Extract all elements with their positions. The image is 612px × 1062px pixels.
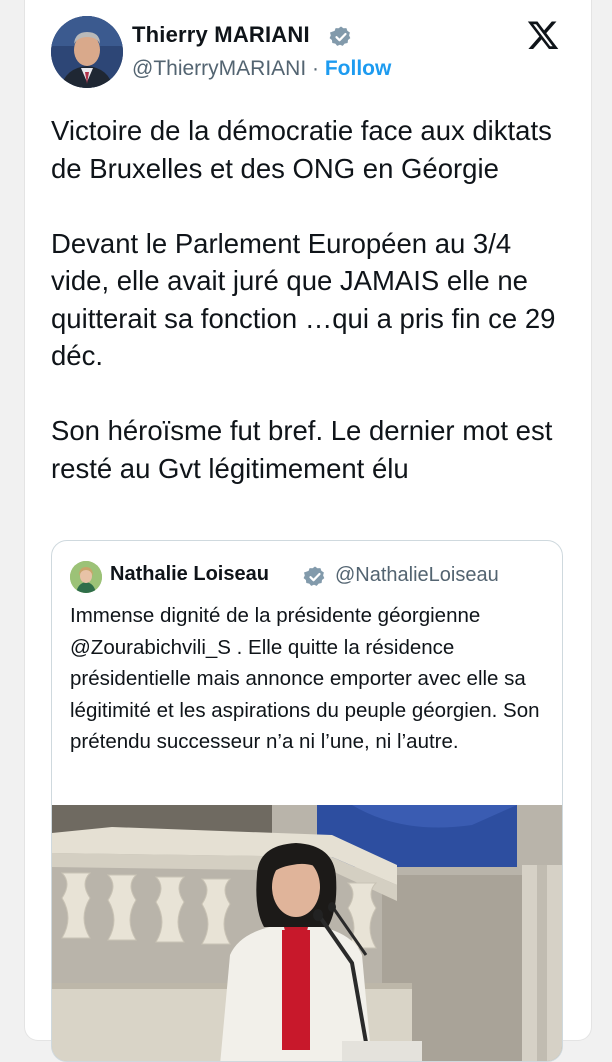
tweet-text: Victoire de la démocratie face aux dikta…	[51, 115, 556, 484]
verified-badge-icon	[329, 26, 351, 46]
quoted-author-name[interactable]: Nathalie Loiseau	[110, 563, 269, 586]
quoted-tweet-photo[interactable]	[52, 805, 562, 1061]
quoted-author-avatar[interactable]	[70, 561, 102, 593]
verified-badge-icon	[303, 566, 325, 586]
quoted-tweet[interactable]: Nathalie Loiseau @NathalieLoiseau Immens…	[51, 540, 563, 1062]
x-logo-icon[interactable]	[525, 18, 561, 52]
author-name[interactable]: Thierry MARIANI	[132, 22, 310, 48]
tweet-card[interactable]: Thierry MARIANI @ThierryMARIANI · Follow…	[24, 0, 592, 1062]
separator: ·	[306, 57, 325, 80]
author-handle[interactable]: @ThierryMARIANI	[132, 57, 306, 80]
follow-button[interactable]: Follow	[325, 57, 392, 80]
author-handle-line: @ThierryMARIANI · Follow	[132, 57, 391, 81]
quoted-author-handle[interactable]: @NathalieLoiseau	[335, 564, 499, 587]
quoted-tweet-text: Immense dignité de la présidente géorgie…	[70, 604, 540, 753]
author-avatar[interactable]	[51, 16, 123, 88]
